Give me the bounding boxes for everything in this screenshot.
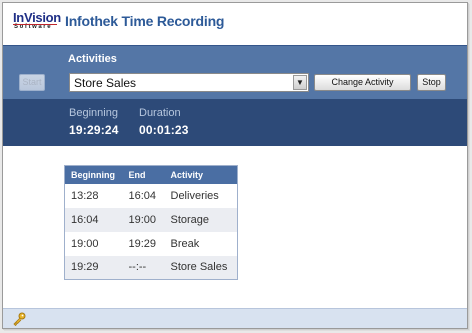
table-row: 16:04 19:00 Storage <box>64 207 238 232</box>
logo-subtext: Software <box>14 24 53 30</box>
app-title: Infothek Time Recording <box>65 13 225 29</box>
cell-beginning: 19:00 <box>71 237 99 250</box>
cell-activity: Store Sales <box>164 255 238 280</box>
cell-activity: Deliveries <box>170 189 219 202</box>
key-icon[interactable] <box>12 312 26 326</box>
duration-label: Duration <box>139 107 181 119</box>
cell-end: 19:00 <box>122 207 165 232</box>
timer-panel: Beginning 19:29:24 Duration 00:01:23 <box>3 99 467 146</box>
invision-logo: InVision Software <box>13 10 61 33</box>
cell-beginning: 13:28 <box>71 189 99 202</box>
cell-beginning: 19:29 <box>64 255 123 280</box>
status-footer <box>3 308 467 328</box>
app-header: InVision Software Infothek Time Recordin… <box>3 3 467 45</box>
activity-select-value: Store Sales <box>74 76 137 90</box>
table-row: 19:29 --:-- Store Sales <box>64 255 238 280</box>
activity-log-table: Beginning End Activity 13:28 16:04 Deliv… <box>64 165 238 280</box>
logo-text: InVision <box>13 10 61 25</box>
cell-activity: Break <box>170 237 200 250</box>
column-header-activity: Activity <box>164 165 238 184</box>
stop-button[interactable]: Stop <box>417 74 446 91</box>
duration-value: 00:01:23 <box>139 123 189 137</box>
change-activity-button[interactable]: Change Activity <box>314 74 411 91</box>
beginning-value: 19:29:24 <box>69 123 119 137</box>
logo-underline <box>13 24 57 25</box>
cell-end: 19:29 <box>128 237 157 250</box>
beginning-label: Beginning <box>69 107 118 119</box>
activity-select[interactable]: Store Sales ▼ <box>69 73 309 92</box>
cell-activity: Storage <box>164 207 238 232</box>
activities-panel: Activities Start Store Sales ▼ Change Ac… <box>3 45 467 99</box>
cell-end: 16:04 <box>128 189 157 202</box>
cell-beginning: 16:04 <box>64 207 123 232</box>
activities-title: Activities <box>68 53 117 65</box>
chevron-down-icon[interactable]: ▼ <box>293 75 307 90</box>
table-row: 19:00 19:29 Break <box>65 232 238 256</box>
cell-end: --:-- <box>122 255 165 280</box>
table-header-row: Beginning End Activity <box>64 165 238 184</box>
column-header-end: End <box>122 165 165 184</box>
start-button[interactable]: Start <box>19 74 45 91</box>
column-header-beginning: Beginning <box>64 165 123 184</box>
table-row: 13:28 16:04 Deliveries <box>65 184 238 208</box>
app-window: InVision Software Infothek Time Recordin… <box>2 2 468 329</box>
